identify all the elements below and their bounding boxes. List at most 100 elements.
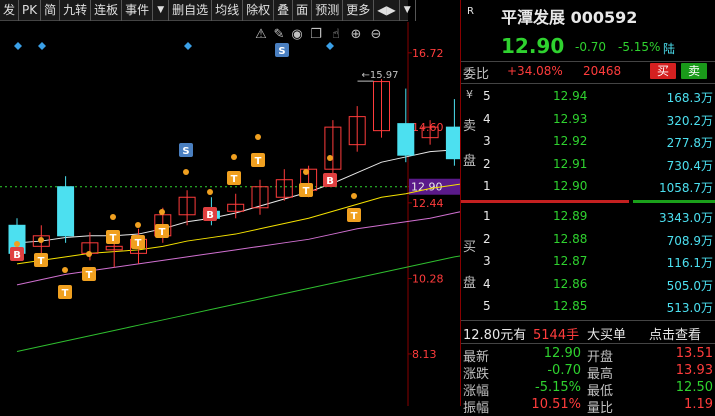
stat-label: 量比 bbox=[587, 401, 614, 416]
toolbar-item-2[interactable]: 简 bbox=[41, 0, 61, 21]
signal-dot bbox=[231, 154, 237, 160]
sell-order-level: 5 bbox=[483, 89, 491, 103]
buy-order-volume: 513.0万 bbox=[666, 301, 713, 315]
toolbar-item-9[interactable]: 除权 bbox=[243, 0, 275, 21]
kline-svg[interactable]: 16.7214.6012.4410.288.1312.90←15.97⚠ ✎ ◉ ❐ ☝… bbox=[0, 22, 460, 406]
toolbar-item-3[interactable]: 九转 bbox=[60, 0, 92, 21]
pencil-icon[interactable]: ✎ bbox=[274, 27, 285, 42]
sell-order-volume: 320.2万 bbox=[666, 113, 713, 128]
plus-circle-icon[interactable]: ⊕ bbox=[351, 27, 362, 42]
signal-badge-label: T bbox=[351, 211, 358, 222]
toolbar-item-11[interactable]: 面 bbox=[293, 0, 313, 21]
sell-order-price[interactable]: 12.92 bbox=[553, 134, 587, 148]
sell-order-price[interactable]: 12.93 bbox=[553, 112, 587, 126]
event-diamond-icon[interactable] bbox=[38, 42, 46, 50]
buy-order-volume: 116.1万 bbox=[666, 256, 713, 270]
buy-order-level: 3 bbox=[483, 254, 491, 268]
stat-value: 1.19 bbox=[684, 397, 713, 412]
sell-side-label-1: 卖 bbox=[463, 119, 477, 134]
toolbar-item-10[interactable]: 叠 bbox=[274, 0, 294, 21]
buy-order-level: 1 bbox=[483, 209, 491, 223]
chart-toolbar: 发 PK 简九转 连板 事件 ▼ 删自选 均线 除权叠面预测 更多 ◀▶ ▼ bbox=[0, 0, 416, 21]
divider bbox=[461, 320, 715, 321]
price-tick-label: 16.72 bbox=[412, 47, 444, 60]
buy-order-volume: 708.9万 bbox=[666, 233, 713, 248]
exchange-tag: 陆 bbox=[663, 42, 676, 56]
signal-dot bbox=[183, 169, 189, 175]
signal-badge-label: T bbox=[159, 227, 166, 238]
big-order-label: 大买单 bbox=[587, 328, 627, 343]
stat-value: 13.93 bbox=[675, 363, 713, 378]
signal-badge-label: S bbox=[278, 46, 285, 57]
divider bbox=[461, 83, 715, 84]
sell-order-price[interactable]: 12.90 bbox=[553, 179, 587, 193]
toolbar-item-4[interactable]: 连板 bbox=[91, 0, 123, 21]
signal-dot bbox=[14, 241, 20, 247]
toolbar-item-0[interactable]: 发 bbox=[0, 0, 20, 21]
divider bbox=[461, 61, 715, 62]
signal-dot bbox=[159, 209, 165, 215]
hand-icon[interactable]: ☝ bbox=[332, 27, 340, 42]
sell-button[interactable]: 卖 bbox=[681, 63, 707, 79]
toolbar-item-15[interactable]: ▼ bbox=[400, 0, 416, 21]
buy-side-label-2: 盘 bbox=[463, 276, 477, 291]
current-price: 12.90 bbox=[501, 34, 565, 58]
signal-badge-label: T bbox=[255, 156, 262, 167]
toolbar-item-1[interactable]: PK bbox=[19, 0, 42, 21]
toolbar-item-5[interactable]: 事件 bbox=[122, 0, 154, 21]
buy-order-price[interactable]: 12.89 bbox=[553, 209, 587, 223]
big-order-price: 12.80元有 bbox=[463, 328, 527, 343]
price-change-pct: -5.15% bbox=[618, 40, 661, 54]
divider bbox=[461, 343, 715, 344]
signal-badge-label: T bbox=[231, 174, 238, 185]
toolbar-item-6[interactable]: ▼ bbox=[153, 0, 170, 21]
sell-side-label-2: 盘 bbox=[463, 154, 477, 169]
toolbar-item-7[interactable]: 删自选 bbox=[169, 0, 213, 21]
buy-order-price[interactable]: 12.87 bbox=[553, 254, 587, 268]
stat-value: -0.70 bbox=[547, 363, 581, 378]
candle-body[interactable] bbox=[57, 186, 75, 237]
sell-order-level: 3 bbox=[483, 134, 491, 148]
r-label: R bbox=[467, 6, 474, 17]
big-order-view-link[interactable]: 点击查看 bbox=[649, 324, 701, 343]
buy-order-price[interactable]: 12.88 bbox=[553, 232, 587, 246]
copy-icon[interactable]: ❐ bbox=[310, 27, 322, 42]
buy-order-price[interactable]: 12.86 bbox=[553, 277, 587, 291]
candle-body[interactable] bbox=[397, 123, 415, 156]
candle-body[interactable] bbox=[445, 126, 460, 160]
event-diamond-icon[interactable] bbox=[326, 42, 334, 50]
buy-order-level: 5 bbox=[483, 299, 491, 313]
sell-order-level: 4 bbox=[483, 111, 491, 126]
toolbar-item-8[interactable]: 均线 bbox=[212, 0, 244, 21]
sell-order-volume: 1058.7万 bbox=[659, 181, 713, 195]
stat-value: 10.51% bbox=[531, 397, 581, 412]
signal-dot bbox=[303, 169, 309, 175]
price-tick-label: 12.44 bbox=[412, 197, 444, 210]
sell-yen-label: ¥ bbox=[466, 88, 473, 101]
buy-order-volume: 3343.0万 bbox=[659, 211, 713, 225]
event-diamond-icon[interactable] bbox=[184, 42, 192, 50]
event-diamond-icon[interactable] bbox=[14, 42, 22, 50]
eye-icon[interactable]: ◉ bbox=[291, 27, 302, 42]
sell-order-level: 1 bbox=[483, 179, 491, 193]
sell-order-volume: 730.4万 bbox=[666, 158, 713, 173]
toolbar-item-12[interactable]: 预测 bbox=[312, 0, 344, 21]
toolbar-item-14[interactable]: ◀▶ bbox=[374, 0, 400, 21]
toolbar-item-13[interactable]: 更多 bbox=[343, 0, 375, 21]
sell-order-volume: 277.8万 bbox=[666, 136, 713, 150]
buy-order-price[interactable]: 12.85 bbox=[553, 299, 587, 313]
sell-order-price[interactable]: 12.91 bbox=[553, 157, 587, 171]
kline-chart[interactable]: 16.72 14.60 12.44 10.28 8.13 12.90 ←15.97 ⚠ ✎ ◉ ❐ ☝… bbox=[0, 22, 460, 406]
minus-circle-icon[interactable]: ⊖ bbox=[371, 27, 382, 42]
weibi-num: 20468 bbox=[583, 64, 622, 78]
sell-order-level: 2 bbox=[483, 156, 491, 171]
weibi-pct: +34.08% bbox=[507, 64, 563, 78]
signal-badge-label: T bbox=[110, 233, 117, 244]
signal-dot bbox=[62, 267, 68, 273]
buy-side-label-1: 买 bbox=[463, 240, 477, 255]
buy-button[interactable]: 买 bbox=[650, 63, 676, 79]
sell-order-price[interactable]: 12.94 bbox=[553, 89, 587, 103]
triangle-warning-icon[interactable]: ⚠ bbox=[255, 27, 267, 42]
signal-dot bbox=[86, 251, 92, 257]
signal-dot bbox=[110, 214, 116, 220]
